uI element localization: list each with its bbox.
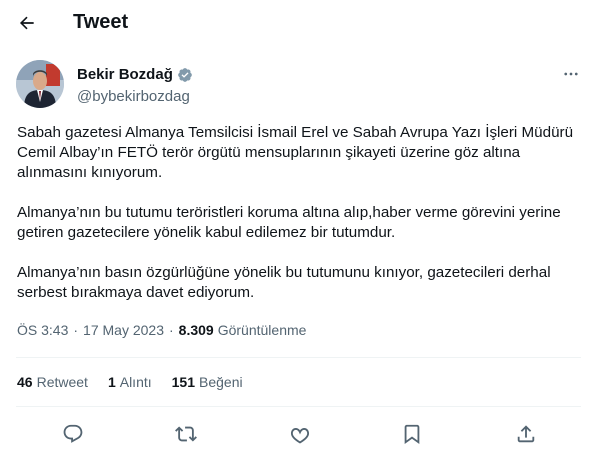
tweet-author: Bekir Bozdağ @bybekirbozdag [16, 60, 581, 112]
tweet-paragraph: Almanya’nın basın özgürlüğüne yönelik bu… [17, 264, 551, 301]
more-options-button[interactable] [561, 64, 581, 84]
tweet-paragraph: Almanya’nın bu tutumu teröristleri korum… [17, 204, 561, 241]
bookmark-icon [404, 424, 420, 445]
tweet-meta: ÖS 3:43 · 17 May 2023 · 8.309 Görüntülen… [17, 322, 306, 338]
quotes-count: 1 [107, 374, 116, 390]
quotes-label: Alıntı [119, 374, 152, 390]
reply-icon [63, 424, 83, 443]
author-handle[interactable]: @bybekirbozdag [77, 88, 190, 105]
views-count: 8.309 [178, 322, 214, 338]
avatar[interactable] [16, 60, 64, 108]
share-icon [517, 425, 535, 443]
author-name[interactable]: Bekir Bozdağ [77, 66, 173, 83]
more-dots-icon [564, 72, 578, 76]
retweet-button[interactable] [174, 422, 198, 446]
retweets-stat[interactable]: 46 Retweet [17, 374, 88, 390]
meta-separator: · [169, 322, 174, 338]
page-title: Tweet [73, 11, 129, 33]
tweet-date[interactable]: 17 May 2023 [83, 322, 164, 338]
share-button[interactable] [514, 422, 538, 446]
page-header: Tweet [0, 0, 597, 48]
like-button[interactable] [288, 422, 312, 446]
tweet-time[interactable]: ÖS 3:43 [17, 322, 68, 338]
back-button[interactable] [10, 6, 44, 40]
reply-button[interactable] [61, 422, 85, 446]
tweet-stats: 46 Retweet 1 Alıntı 151 Beğeni [17, 374, 263, 390]
retweet-icon [175, 426, 197, 442]
verified-badge-icon [177, 67, 193, 83]
divider [16, 406, 581, 407]
retweets-label: Retweet [36, 374, 88, 390]
divider [16, 357, 581, 358]
likes-label: Beğeni [199, 374, 243, 390]
retweets-count: 46 [17, 374, 33, 390]
heart-icon [290, 428, 310, 444]
likes-count: 151 [171, 374, 195, 390]
tweet-text: Sabah gazetesi Almanya Temsilcisi İsmail… [17, 123, 577, 323]
author-name-row: Bekir Bozdağ [77, 66, 193, 83]
meta-separator: · [73, 322, 79, 338]
likes-stat[interactable]: 151 Beğeni [172, 374, 243, 390]
bookmark-button[interactable] [400, 422, 424, 446]
quotes-stat[interactable]: 1 Alıntı [108, 374, 152, 390]
tweet-paragraph: Sabah gazetesi Almanya Temsilcisi İsmail… [17, 124, 574, 181]
tweet-actions [16, 418, 581, 450]
arrow-left-icon [19, 16, 34, 30]
views-label: Görüntülenme [217, 322, 307, 338]
